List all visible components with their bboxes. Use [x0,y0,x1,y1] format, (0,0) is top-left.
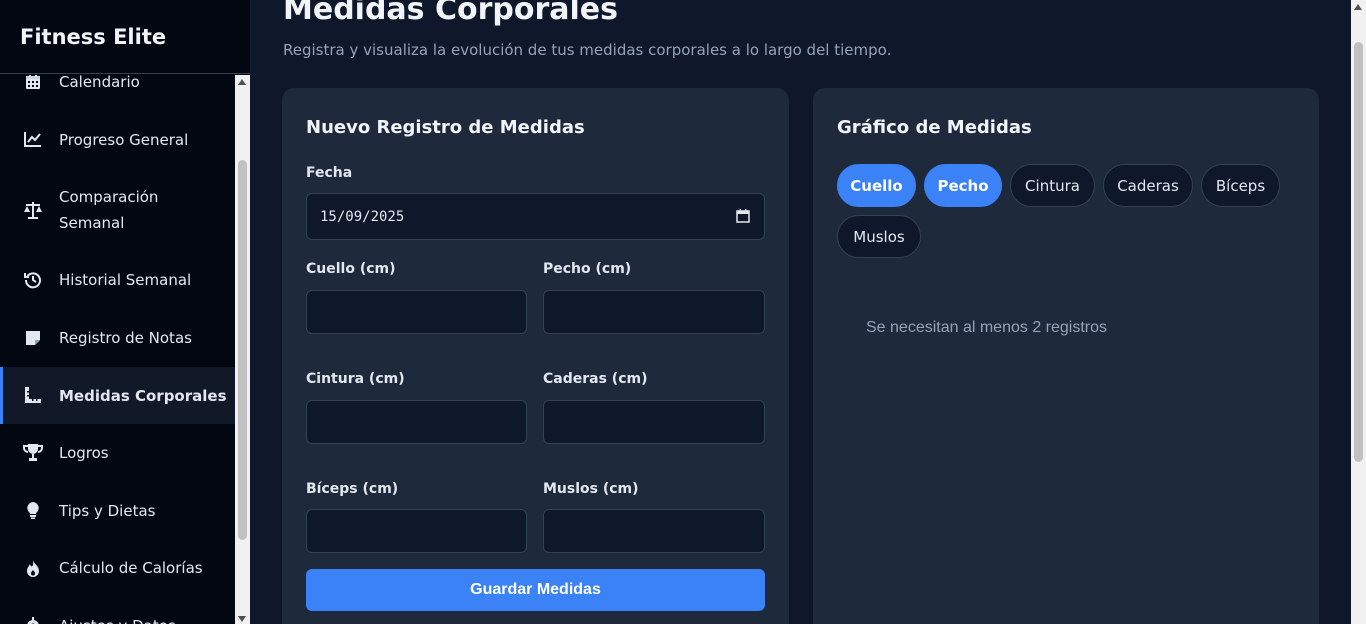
gear-icon [22,615,44,624]
sidebar-item-historial-semanal[interactable]: Historial Semanal [0,260,235,300]
thighs-input[interactable] [543,509,765,553]
scroll-up-arrow-icon[interactable] [238,79,246,85]
toggle-cuello[interactable]: Cuello [837,164,916,207]
toggle-biceps[interactable]: Bíceps [1201,164,1280,207]
page-scrollbar-thumb[interactable] [1354,42,1363,462]
line-chart-icon [22,128,44,150]
history-icon [22,269,44,291]
date-value: 15/09/2025 [320,208,405,225]
ruler-icon [22,384,44,406]
sidebar-item-label: Calendario [59,75,140,91]
sidebar-item-comparacion-semanal[interactable]: Comparación Semanal [0,178,235,242]
scale-icon [22,199,44,221]
sidebar-nav: Calendario Progreso General Comparación … [0,75,235,624]
flame-icon [22,557,44,579]
hips-label: Caderas (cm) [543,371,648,387]
form-title: Nuevo Registro de Medidas [306,117,585,138]
sidebar-item-label: Tips y Dietas [59,502,156,520]
sidebar-item-label: Comparación [59,188,159,206]
sidebar-item-label: Registro de Notas [59,329,192,347]
sidebar-item-label: Cálculo de Calorías [59,559,203,577]
toggle-cintura[interactable]: Cintura [1010,164,1095,207]
calendar-icon [22,75,44,93]
sidebar-item-ajustes-datos[interactable]: Ajustes y Datos [0,608,235,624]
sidebar-item-calculo-calorias[interactable]: Cálculo de Calorías [0,548,235,588]
waist-label: Cintura (cm) [306,371,405,387]
brand-title: Fitness Elite [0,0,250,74]
sidebar-scrollbar-thumb[interactable] [238,160,247,540]
new-measurement-card: Nuevo Registro de Medidas Fecha 15/09/20… [282,88,789,624]
chart-title: Gráfico de Medidas [837,117,1032,138]
sidebar-item-label: Progreso General [59,131,189,149]
sidebar-item-label-line2: Semanal [59,214,125,232]
chest-label: Pecho (cm) [543,261,632,277]
page-title: Medidas Corporales [283,0,619,27]
page-scroll-up-icon[interactable] [1354,4,1362,10]
sidebar-item-tips-dietas[interactable]: Tips y Dietas [0,491,235,531]
trophy-icon [22,441,44,463]
chart-empty-message: Se necesitan al menos 2 registros [866,319,1108,336]
sidebar: Fitness Elite Calendario Progreso Genera… [0,0,250,624]
chest-input[interactable] [543,290,765,334]
neck-label: Cuello (cm) [306,261,396,277]
waist-input[interactable] [306,400,527,444]
sidebar-item-medidas-corporales[interactable]: Medidas Corporales [0,367,235,424]
biceps-input[interactable] [306,509,527,553]
lightbulb-icon [22,499,44,521]
sidebar-item-label: Medidas Corporales [59,387,227,405]
date-input[interactable]: 15/09/2025 [306,193,765,240]
thighs-label: Muslos (cm) [543,481,639,497]
biceps-label: Bíceps (cm) [306,481,399,497]
scroll-down-arrow-icon[interactable] [238,616,246,622]
neck-input[interactable] [306,290,527,334]
date-label: Fecha [306,165,353,181]
toggle-pecho[interactable]: Pecho [924,164,1002,207]
sidebar-item-calendario[interactable]: Calendario [0,75,235,95]
note-icon [22,327,44,349]
calendar-picker-icon[interactable] [736,209,750,227]
sidebar-item-logros[interactable]: Logros [0,433,235,473]
hips-input[interactable] [543,400,765,444]
save-measurements-button[interactable]: Guardar Medidas [306,569,765,611]
sidebar-item-registro-notas[interactable]: Registro de Notas [0,318,235,358]
sidebar-item-label: Ajustes y Datos [59,613,176,624]
sidebar-scrollbar[interactable] [235,75,250,624]
toggle-muslos[interactable]: Muslos [837,215,921,258]
toggle-caderas[interactable]: Caderas [1103,164,1193,207]
sidebar-item-label: Logros [59,444,109,462]
measurements-chart-card: Gráfico de Medidas Cuello Pecho Cintura … [813,88,1319,624]
page-scrollbar[interactable] [1351,0,1366,624]
page-subtitle: Registra y visualiza la evolución de tus… [283,41,892,59]
sidebar-item-progreso-general[interactable]: Progreso General [0,120,235,160]
sidebar-item-label: Historial Semanal [59,271,192,289]
